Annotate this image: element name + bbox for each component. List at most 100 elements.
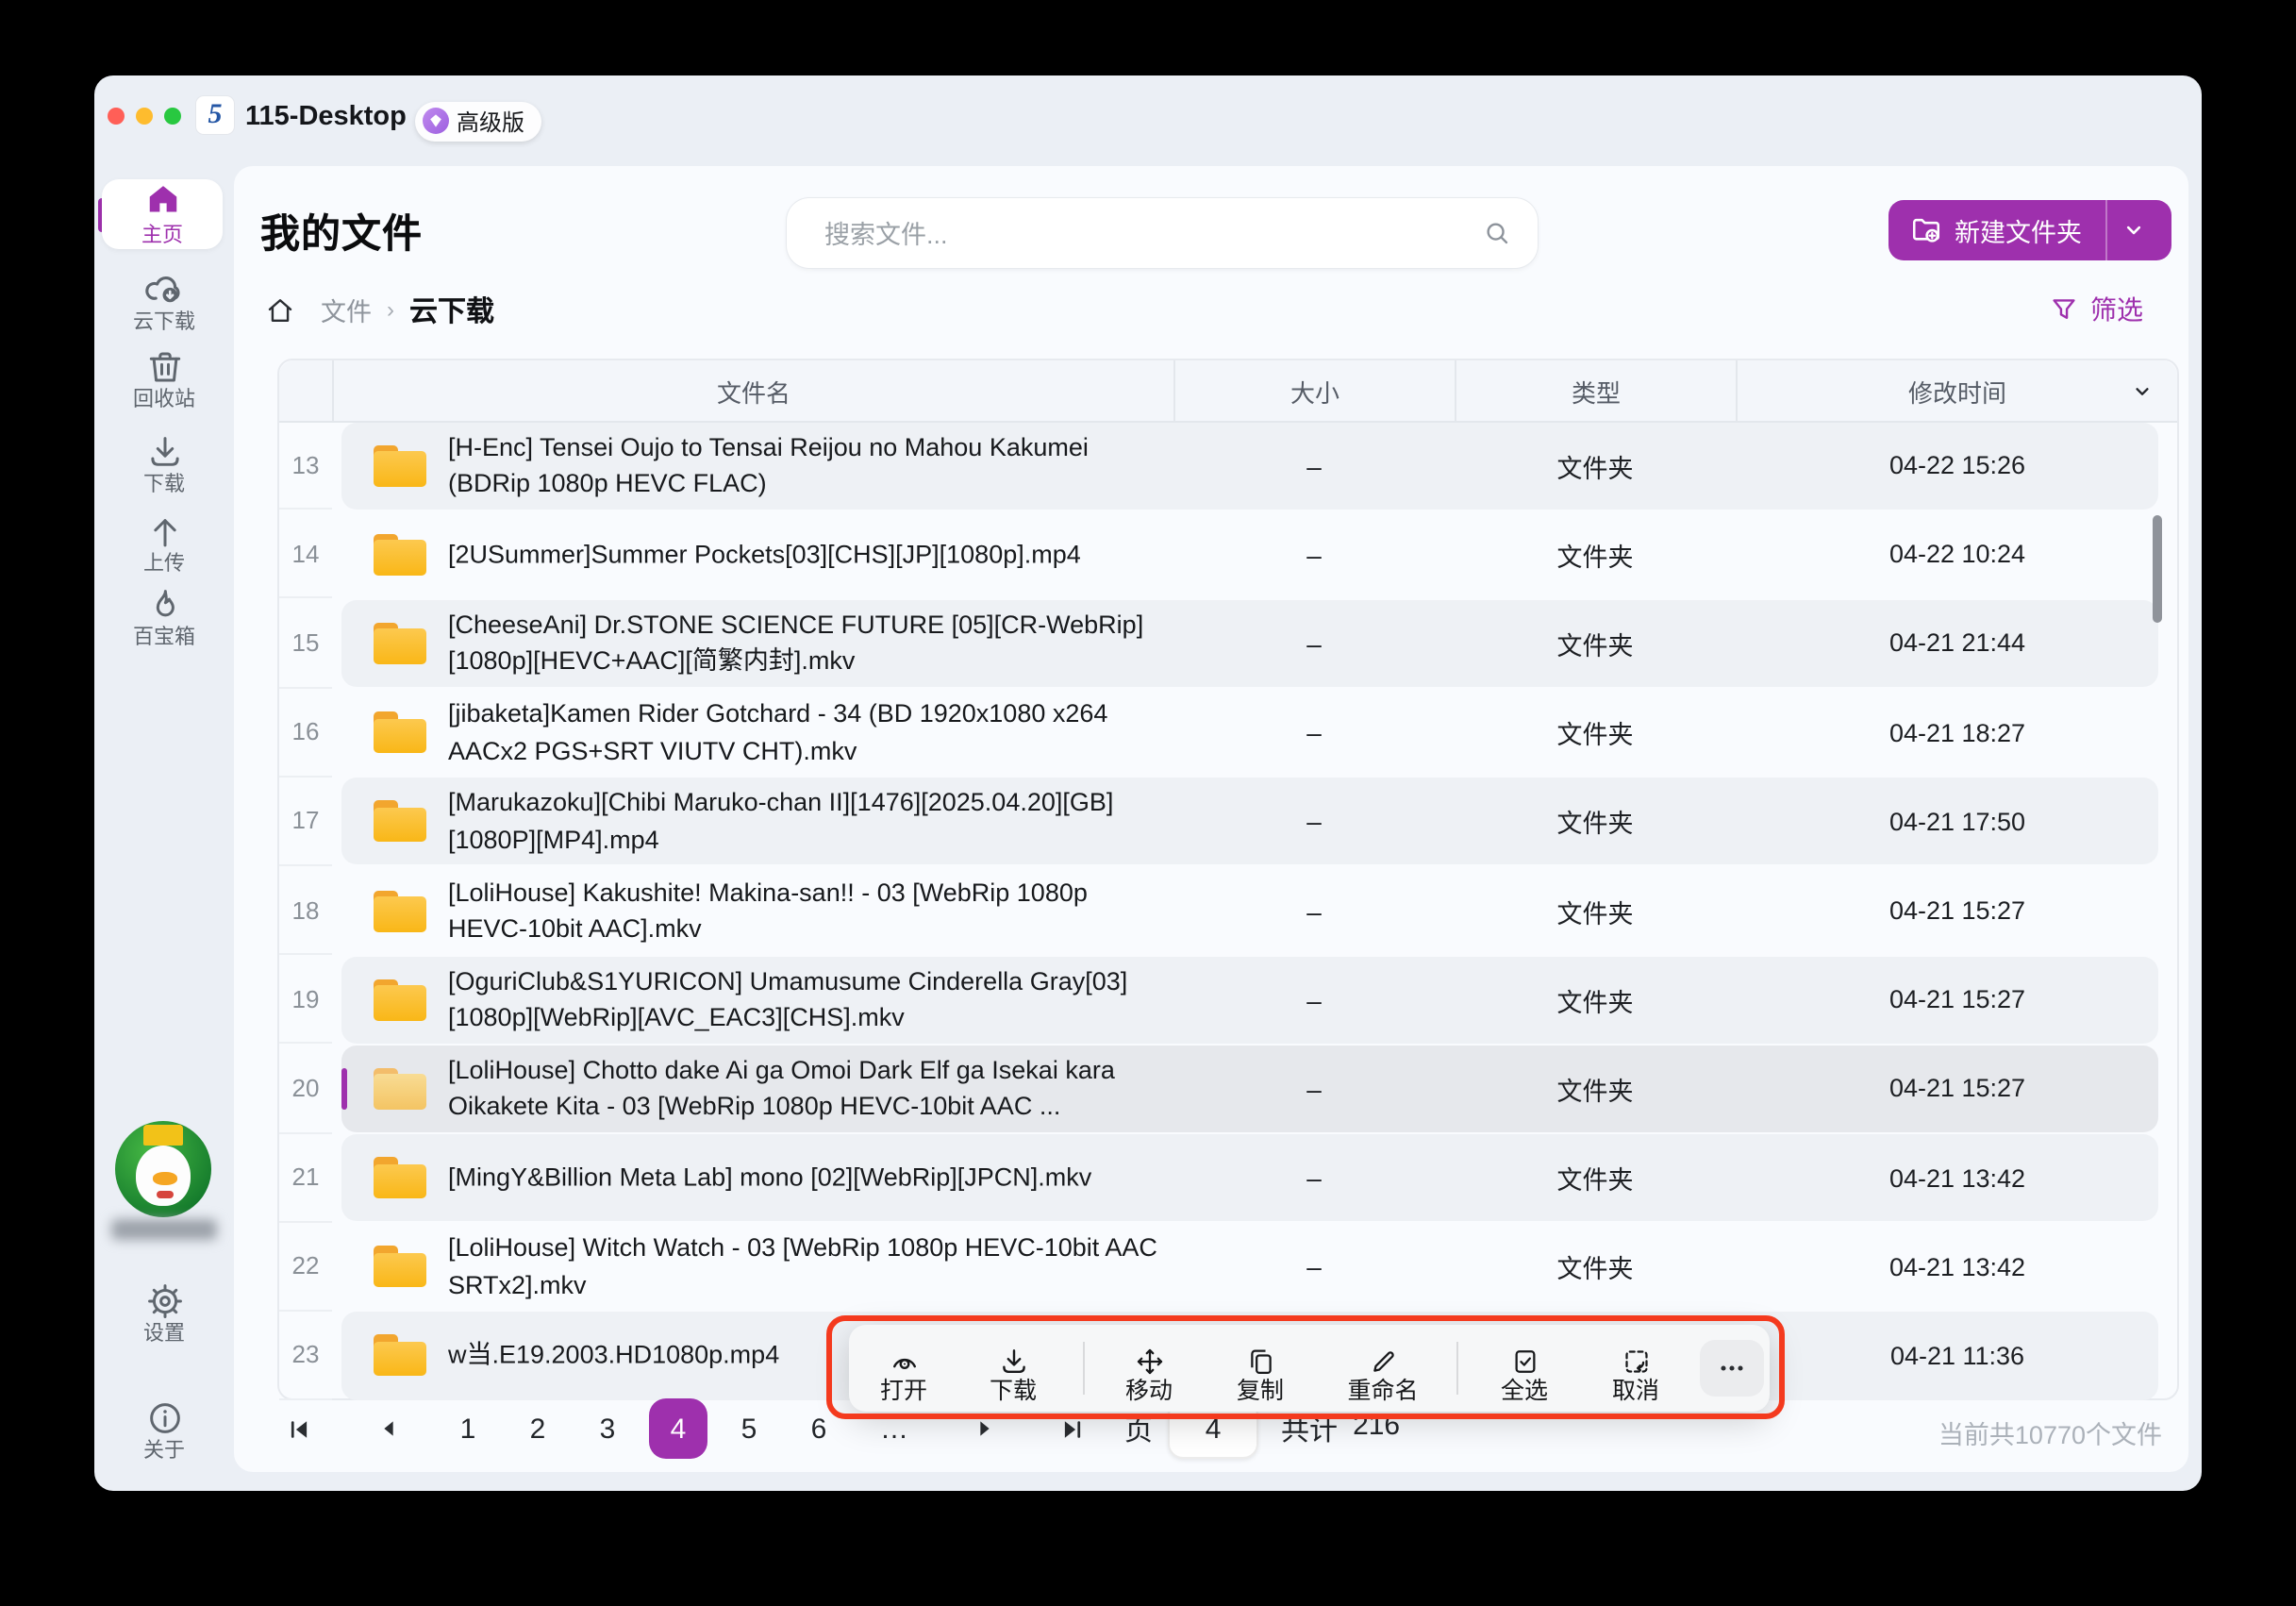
- table-body: 13 [H-Enc] Tensei Oujo to Tensai Reijou …: [279, 421, 2177, 1400]
- scrollbar-thumb[interactable]: [2153, 515, 2161, 623]
- column-header-size[interactable]: 大小: [1173, 360, 1455, 421]
- chevron-down-icon[interactable]: [2120, 217, 2146, 243]
- file-name[interactable]: [Marukazoku][Chibi Maruko-chan II][1476]…: [448, 785, 1169, 859]
- rename-button[interactable]: 重命名: [1336, 1325, 1430, 1412]
- file-time: 04-21 11:36: [1844, 1313, 2071, 1399]
- file-table: 文件名 大小 类型 修改时间 13 [H-Enc] Tensei Oujo to…: [277, 359, 2179, 1400]
- gear-icon: [144, 1281, 184, 1321]
- preview-icon: [888, 1346, 920, 1378]
- file-size: –: [1239, 510, 1389, 597]
- avatar-bowtie: [157, 1191, 174, 1198]
- deselect-icon: [1620, 1346, 1652, 1378]
- table-row[interactable]: 22 [LoliHouse] Witch Watch - 03 [WebRip …: [279, 1222, 2177, 1311]
- file-type: 文件夹: [1520, 1046, 1671, 1132]
- file-type: 文件夹: [1520, 422, 1671, 509]
- page-button-1[interactable]: 1: [445, 1413, 491, 1445]
- table-row[interactable]: 15 [CheeseAni] Dr.STONE SCIENCE FUTURE […: [279, 599, 2177, 688]
- deselect-button[interactable]: 取消: [1594, 1325, 1677, 1412]
- file-name[interactable]: [CheeseAni] Dr.STONE SCIENCE FUTURE [05]…: [448, 607, 1169, 680]
- filter-button[interactable]: 筛选: [2049, 291, 2143, 328]
- new-folder-button[interactable]: 新建文件夹: [1888, 200, 2171, 260]
- open-button[interactable]: 打开: [862, 1325, 945, 1412]
- file-name[interactable]: [H-Enc] Tensei Oujo to Tensai Reijou no …: [448, 428, 1169, 502]
- floating-toolbar: 打开 下载 移动 复制 重命名 全选: [849, 1325, 1770, 1412]
- page-button-6[interactable]: 6: [796, 1413, 841, 1445]
- table-row[interactable]: 18 [LoliHouse] Kakushite! Makina-san!! -…: [279, 866, 2177, 955]
- table-row-selected[interactable]: 20 [LoliHouse] Chotto dake Ai ga Omoi Da…: [279, 1045, 2177, 1133]
- page-button-4-active[interactable]: 4: [649, 1398, 707, 1459]
- table-row[interactable]: 19 [OguriClub&S1YURICON] Umamusume Cinde…: [279, 955, 2177, 1044]
- upload-icon: [144, 511, 184, 551]
- file-name[interactable]: [jibaketa]Kamen Rider Gotchard - 34 (BD …: [448, 695, 1169, 769]
- file-size: –: [1239, 867, 1389, 954]
- file-name[interactable]: [OguriClub&S1YURICON] Umamusume Cinderel…: [448, 962, 1169, 1036]
- more-actions-button[interactable]: [1700, 1340, 1764, 1397]
- prev-page-button[interactable]: [374, 1415, 404, 1442]
- file-name[interactable]: [MingY&Billion Meta Lab] mono [02][WebRi…: [448, 1160, 1169, 1196]
- file-size: –: [1239, 1134, 1389, 1221]
- table-row[interactable]: 14 [2USummer]Summer Pockets[03][CHS][JP]…: [279, 510, 2177, 598]
- username-blurred: [111, 1219, 217, 1240]
- user-avatar[interactable]: [115, 1121, 211, 1217]
- file-name[interactable]: [2USummer]Summer Pockets[03][CHS][JP][10…: [448, 536, 1169, 573]
- search-icon[interactable]: [1481, 217, 1513, 249]
- titlebar: 5 115-Desktop 高级版: [94, 75, 2202, 166]
- table-row[interactable]: 16 [jibaketa]Kamen Rider Gotchard - 34 (…: [279, 688, 2177, 777]
- file-name[interactable]: [LoliHouse] Witch Watch - 03 [WebRip 108…: [448, 1230, 1169, 1304]
- file-type: 文件夹: [1520, 689, 1671, 776]
- app-title: 115-Desktop: [245, 102, 407, 132]
- download-icon: [144, 432, 184, 472]
- file-size: –: [1239, 778, 1389, 865]
- app-window: 5 115-Desktop 高级版 主页 云下载 回收站: [94, 75, 2202, 1491]
- file-type: 文件夹: [1520, 956, 1671, 1043]
- sidebar-item-treasure-box[interactable]: 百宝箱: [94, 585, 234, 649]
- folder-icon: [373, 801, 425, 843]
- column-header-index: [279, 360, 332, 421]
- sidebar: 主页 云下载 回收站 下载 上传 百宝箱: [94, 166, 234, 1491]
- file-type: 文件夹: [1520, 867, 1671, 954]
- ellipsis-icon: [1715, 1351, 1749, 1385]
- funnel-icon: [2049, 294, 2079, 325]
- sort-desc-icon[interactable]: [2130, 379, 2155, 404]
- last-page-button[interactable]: [1056, 1414, 1087, 1443]
- file-time: 04-21 13:42: [1844, 1223, 2071, 1310]
- column-header-type[interactable]: 类型: [1455, 360, 1736, 421]
- table-row[interactable]: 17 [Marukazoku][Chibi Maruko-chan II][14…: [279, 778, 2177, 866]
- file-name[interactable]: [LoliHouse] Kakushite! Makina-san!! - 03…: [448, 874, 1169, 947]
- column-header-name[interactable]: 文件名: [332, 360, 1173, 421]
- breadcrumb-home-icon[interactable]: [264, 293, 296, 326]
- download-button[interactable]: 下载: [972, 1325, 1055, 1412]
- sidebar-item-upload[interactable]: 上传: [94, 511, 234, 576]
- table-row[interactable]: 21 [MingY&Billion Meta Lab] mono [02][We…: [279, 1133, 2177, 1222]
- move-button[interactable]: 移动: [1107, 1325, 1190, 1412]
- screen: 5 115-Desktop 高级版 主页 云下载 回收站: [0, 0, 2296, 1606]
- search-input[interactable]: [821, 198, 1470, 272]
- rename-icon: [1367, 1346, 1399, 1378]
- home-icon: [144, 180, 180, 216]
- minimize-window-button[interactable]: [135, 108, 152, 125]
- next-page-button[interactable]: [970, 1415, 1000, 1442]
- sidebar-item-settings[interactable]: 设置: [94, 1281, 234, 1346]
- close-window-button[interactable]: [107, 108, 124, 125]
- sidebar-item-download[interactable]: 下载: [94, 432, 234, 496]
- sidebar-item-recycle-bin[interactable]: 回收站: [94, 347, 234, 411]
- file-size: –: [1239, 600, 1389, 687]
- column-header-time[interactable]: 修改时间: [1736, 360, 2177, 421]
- zoom-window-button[interactable]: [163, 108, 180, 125]
- breadcrumb-root[interactable]: 文件: [321, 291, 372, 328]
- copy-button[interactable]: 复制: [1219, 1325, 1302, 1412]
- file-name[interactable]: [LoliHouse] Chotto dake Ai ga Omoi Dark …: [448, 1052, 1169, 1126]
- sidebar-item-home[interactable]: 主页: [102, 179, 223, 249]
- page-button-3[interactable]: 3: [585, 1413, 630, 1445]
- page-button-5[interactable]: 5: [726, 1413, 772, 1445]
- folder-icon: [373, 1335, 425, 1377]
- table-row[interactable]: 13 [H-Enc] Tensei Oujo to Tensai Reijou …: [279, 421, 2177, 510]
- page-button-ellipsis[interactable]: …: [872, 1413, 917, 1445]
- page-button-2[interactable]: 2: [515, 1413, 560, 1445]
- sidebar-item-about[interactable]: 关于: [94, 1398, 234, 1463]
- first-page-button[interactable]: [283, 1414, 313, 1443]
- premium-badge[interactable]: 高级版: [415, 101, 541, 141]
- sidebar-item-cloud-download[interactable]: 云下载: [94, 268, 234, 334]
- page-title: 我的文件: [260, 204, 423, 260]
- select-all-button[interactable]: 全选: [1483, 1325, 1566, 1412]
